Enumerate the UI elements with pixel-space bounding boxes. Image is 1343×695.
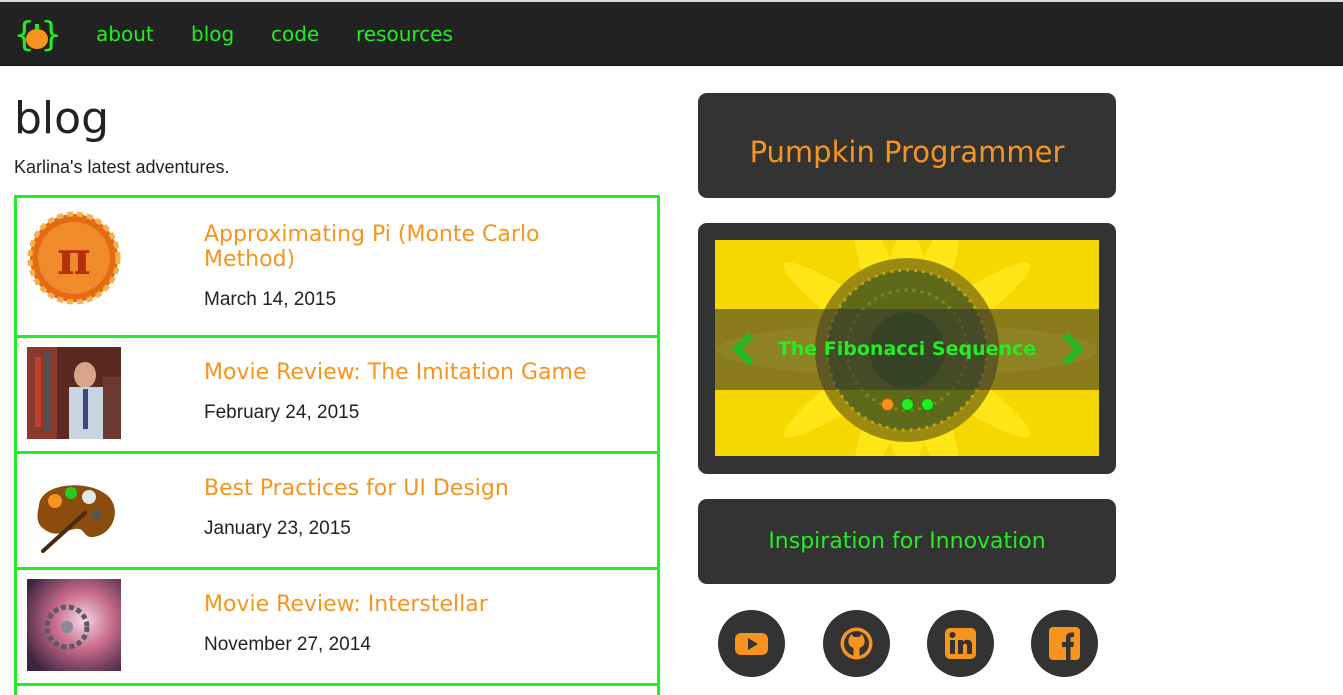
brand-title: Pumpkin Programmer <box>749 135 1065 169</box>
facebook-link[interactable] <box>1031 610 1098 677</box>
slide-caption[interactable]: The Fibonacci Sequence <box>715 338 1099 360</box>
post-item-imitation-game[interactable]: Movie Review: The Imitation Game Februar… <box>17 338 657 454</box>
brand-panel: Pumpkin Programmer <box>698 93 1116 198</box>
linkedin-link[interactable] <box>927 610 994 677</box>
slider-dot[interactable] <box>921 398 934 411</box>
interstellar-thumbnail <box>27 579 121 671</box>
pi-pie-thumbnail: π <box>27 211 121 305</box>
post-title[interactable]: Approximating Pi (Monte Carlo Method) <box>204 222 624 272</box>
nav-link-code[interactable]: code <box>271 22 319 46</box>
imitation-game-thumbnail <box>27 347 121 439</box>
linkedin-icon <box>945 628 976 659</box>
post-date: November 27, 2014 <box>204 634 371 655</box>
chevron-left-icon[interactable] <box>731 331 757 367</box>
nav-link-about[interactable]: about <box>96 22 154 46</box>
slider-panel: The Fibonacci Sequence <box>698 223 1116 474</box>
post-date: February 24, 2015 <box>204 402 360 423</box>
page-title: blog <box>14 93 110 144</box>
pumpkin-braces-logo[interactable]: { } <box>14 13 60 55</box>
post-date: January 23, 2015 <box>204 518 351 539</box>
post-list: π Approximating Pi (Monte Carlo Method) … <box>14 195 660 695</box>
facebook-icon <box>1049 627 1080 660</box>
youtube-icon <box>735 633 768 655</box>
github-icon <box>840 627 873 660</box>
post-item-ui-design[interactable]: Best Practices for UI Design January 23,… <box>17 454 657 570</box>
nav-link-resources[interactable]: resources <box>356 22 453 46</box>
post-item-interstellar[interactable]: Movie Review: Interstellar November 27, … <box>17 570 657 686</box>
post-title[interactable]: Movie Review: The Imitation Game <box>204 360 624 385</box>
post-title[interactable]: Movie Review: Interstellar <box>204 592 624 617</box>
youtube-link[interactable] <box>718 610 785 677</box>
post-date: March 14, 2015 <box>204 289 337 310</box>
post-item-approximating-pi[interactable]: π Approximating Pi (Monte Carlo Method) … <box>17 198 657 338</box>
github-link[interactable] <box>823 610 890 677</box>
paint-palette-thumbnail <box>37 485 115 553</box>
image-slider[interactable]: The Fibonacci Sequence <box>715 240 1099 456</box>
nav-link-blog[interactable]: blog <box>191 22 234 46</box>
inspiration-title[interactable]: Inspiration for Innovation <box>698 529 1116 554</box>
inspiration-panel[interactable]: Inspiration for Innovation <box>698 499 1116 584</box>
slider-dot[interactable] <box>901 398 914 411</box>
chevron-right-icon[interactable] <box>1059 331 1085 367</box>
slider-dot-active[interactable] <box>881 398 894 411</box>
svg-text:π: π <box>57 231 91 285</box>
post-title[interactable]: Best Practices for UI Design <box>204 476 624 501</box>
top-nav-bar: { } about blog code resources <box>0 0 1343 66</box>
page-subtitle: Karlina's latest adventures. <box>14 157 230 177</box>
